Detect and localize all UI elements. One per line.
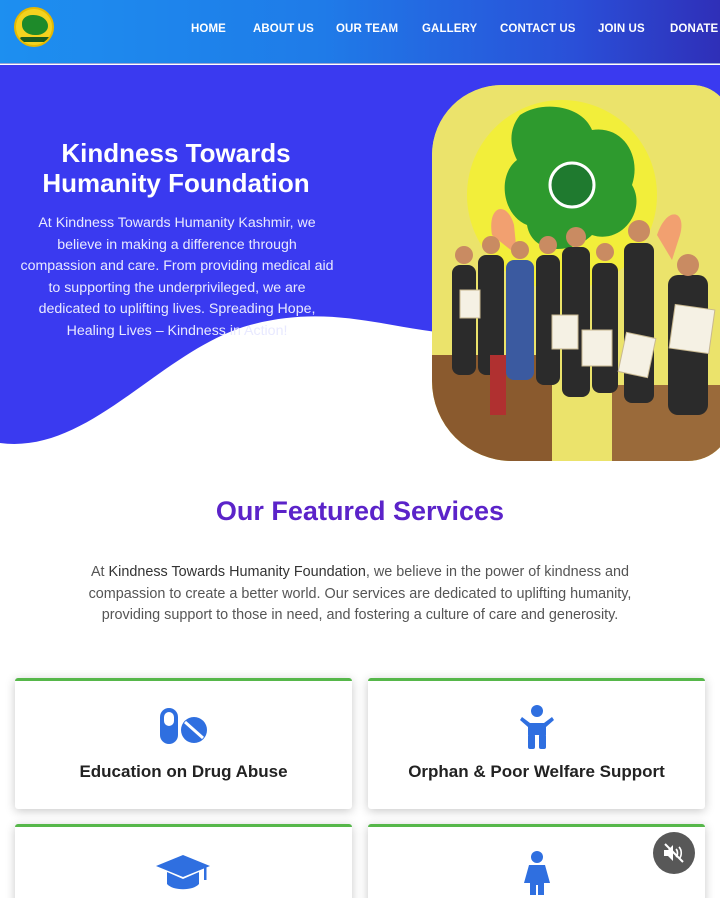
services-heading: Our Featured Services	[215, 496, 505, 526]
service-card-label: Orphan & Poor Welfare Support	[408, 762, 665, 781]
person-icon	[524, 851, 550, 898]
mute-button[interactable]	[653, 832, 695, 874]
nav-contact-us[interactable]: CONTACT US	[500, 23, 576, 35]
hero-description: At Kindness Towards Humanity Kashmir, we…	[20, 215, 334, 339]
nav-our-team[interactable]: OUR TEAM	[336, 23, 398, 35]
service-card-label: Education on Drug Abuse	[79, 762, 288, 781]
service-card-orphan-welfare[interactable]: Orphan & Poor Welfare Support	[368, 678, 705, 809]
services-intro-org-name: Kindness Towards Humanity Foundation	[108, 564, 366, 580]
hero-title: Kindness Towards Humanity Foundation	[42, 138, 310, 198]
nav-about-us[interactable]: ABOUT US	[253, 23, 314, 35]
nav-donate[interactable]: DONATE	[670, 23, 718, 35]
nav-join-us[interactable]: JOIN US	[598, 23, 645, 35]
nav-gallery[interactable]: GALLERY	[422, 23, 477, 35]
nav-home[interactable]: HOME	[191, 23, 226, 35]
service-card-education[interactable]	[15, 824, 352, 898]
site-header: HOME ABOUT US OUR TEAM GALLERY CONTACT U…	[0, 0, 720, 64]
hero-group-photo	[432, 85, 720, 461]
service-card-drug-abuse[interactable]: Education on Drug Abuse	[15, 678, 352, 809]
child-icon	[520, 705, 554, 754]
graduation-cap-icon	[156, 853, 210, 898]
main-nav: HOME ABOUT US OUR TEAM GALLERY CONTACT U…	[0, 23, 720, 39]
pills-icon	[159, 707, 209, 750]
muted-speaker-icon	[663, 843, 685, 868]
services-intro: At Kindness Towards Humanity Foundation,…	[88, 564, 632, 623]
